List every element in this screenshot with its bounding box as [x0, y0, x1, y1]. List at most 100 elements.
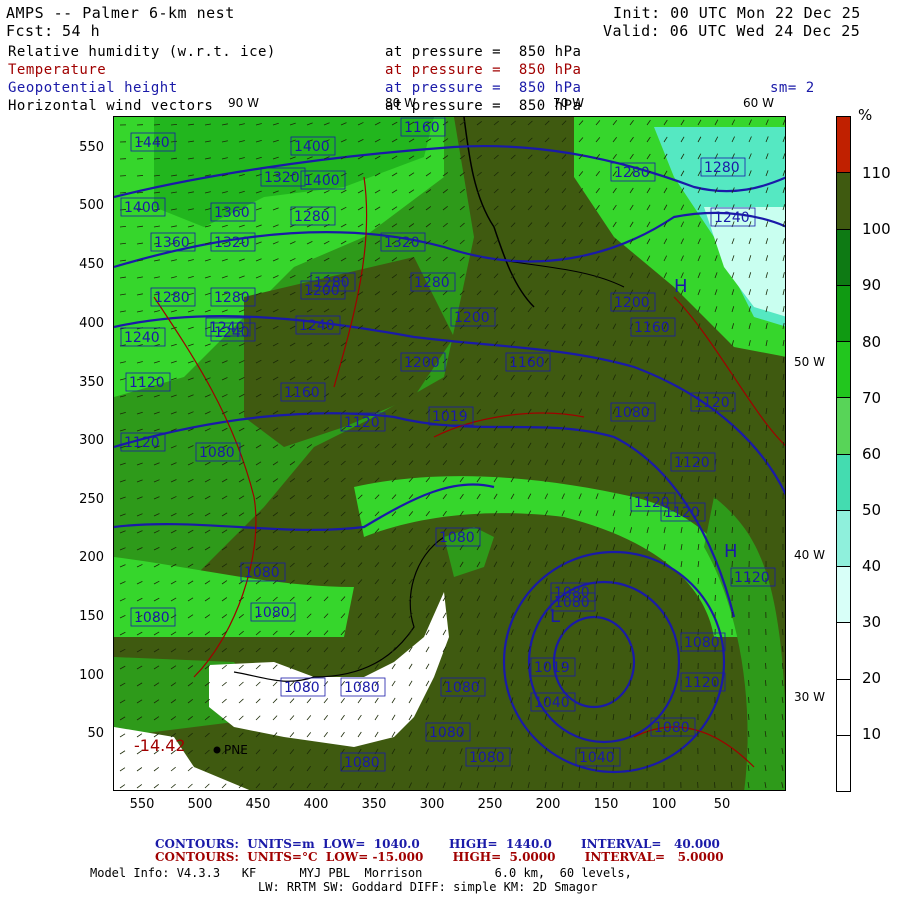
lon-label-40w: 40 W [794, 548, 825, 562]
height-contour-label: 1200 [404, 355, 440, 371]
height-contour-label: 1120 [129, 375, 165, 391]
height-contour-label: 1200 [454, 310, 490, 326]
height-contour-label: 1040 [534, 695, 570, 711]
height-contour-label: 1320 [384, 235, 420, 251]
wind-barb [782, 441, 784, 449]
wind-barb [663, 679, 665, 687]
x-tick-550: 550 [129, 797, 155, 812]
height-contour-label: 1080 [429, 725, 465, 741]
field-rh-level: at pressure = 850 hPa [385, 44, 582, 60]
x-tick-400: 400 [303, 797, 329, 812]
wind-barb [697, 611, 699, 619]
wind-barb [612, 781, 614, 789]
wind-barb [748, 509, 750, 517]
colorbar-swatch [836, 116, 851, 174]
wind-barb [629, 747, 631, 755]
model-info-line2: LW: RRTM SW: Goddard DIFF: simple KM: 2D… [258, 880, 598, 894]
height-contour-label: 1400 [304, 173, 340, 189]
temp-extreme-label: -14.42 [134, 736, 186, 755]
field-rh-name: Relative humidity (w.r.t. ice) [8, 44, 276, 60]
height-contour-label: 1280 [214, 290, 250, 306]
lon-label-60w: 60 W [743, 96, 774, 110]
colorbar-swatch [836, 566, 851, 624]
colorbar-swatch [836, 172, 851, 230]
y-tick-400: 400 [79, 316, 104, 331]
y-tick-500: 500 [79, 198, 104, 213]
colorbar-label-70: 70 [862, 389, 882, 407]
colorbar-swatch [836, 678, 851, 736]
model-info-line1: Model Info: V4.3.3 KF MYJ PBL Morrison 6… [90, 866, 632, 880]
colorbar-swatch [836, 453, 851, 511]
lon-label-50w: 50 W [794, 355, 825, 369]
height-contour-label: 1200 [304, 283, 340, 299]
height-contour-label: 1240 [299, 318, 335, 334]
y-tick-550: 550 [79, 140, 104, 155]
height-contour-label: 1120 [674, 455, 710, 471]
colorbar-swatch [836, 284, 851, 342]
colorbar-label-60: 60 [862, 445, 882, 463]
lon-label-30w: 30 W [794, 690, 825, 704]
x-tick-200: 200 [535, 797, 561, 812]
height-contour-label: 1360 [214, 205, 250, 221]
height-contour-label: 1080 [344, 680, 380, 696]
height-contour-label: 1240 [214, 325, 250, 341]
height-contour-label: 1160 [284, 385, 320, 401]
colorbar-swatch [836, 228, 851, 286]
colorbar-label-40: 40 [862, 557, 882, 575]
colorbar-label-80: 80 [862, 333, 882, 351]
height-contour-label: 1120 [124, 435, 160, 451]
smoothing-label: sm= 2 [770, 80, 815, 96]
contour-info-temp: CONTOURS: UNITS=°C LOW= -15.000 HIGH= 5.… [155, 850, 724, 864]
height-contour-label: 1320 [264, 170, 300, 186]
height-contour-label: 1080 [344, 755, 380, 771]
field-height-name: Geopotential height [8, 80, 178, 96]
wind-barb [714, 577, 716, 585]
colorbar-label-20: 20 [862, 669, 882, 687]
height-contour-label: 1080 [254, 605, 290, 621]
x-tick-250: 250 [477, 797, 503, 812]
height-contour-label: 1440 [134, 135, 170, 151]
height-contour-label: 1080 [199, 445, 235, 461]
valid-time: Valid: 06 UTC Wed 24 Dec 25 [603, 22, 861, 40]
height-contour-label: 1019 [432, 409, 468, 425]
weather-map: PNE -14.42 1440 1400 1160 1320 1400 1400 1360 1… [113, 116, 786, 791]
y-tick-200: 200 [79, 550, 104, 565]
height-contour-label: 1120 [344, 415, 380, 431]
height-contour-label: 1040 [579, 750, 615, 766]
x-tick-300: 300 [419, 797, 445, 812]
forecast-hour: 54 h [62, 22, 101, 40]
height-contour-label: 1019 [534, 660, 570, 676]
height-contour-label: 1120 [694, 395, 730, 411]
height-contour-label: 1360 [154, 235, 190, 251]
y-tick-150: 150 [79, 609, 104, 624]
field-temp-name: Temperature [8, 62, 107, 78]
height-contour-label: 1080 [614, 405, 650, 421]
x-tick-500: 500 [187, 797, 213, 812]
colorbar-label-50: 50 [862, 501, 882, 519]
high-pressure-marker: H [724, 541, 738, 562]
field-wind-name: Horizontal wind vectors [8, 98, 214, 114]
colorbar-swatch [836, 341, 851, 399]
colorbar-swatch [836, 397, 851, 455]
height-contour-label: 1200 [614, 295, 650, 311]
height-contour-label: 1080 [284, 680, 320, 696]
y-tick-50: 50 [87, 726, 104, 741]
wind-barb [646, 713, 648, 721]
y-tick-250: 250 [79, 492, 104, 507]
high-pressure-marker: H [674, 276, 688, 297]
colorbar-swatch [836, 509, 851, 567]
height-contour-label: 1080 [654, 720, 690, 736]
height-contour-label: 1080 [439, 530, 475, 546]
colorbar-swatch [836, 734, 851, 792]
x-tick-150: 150 [593, 797, 619, 812]
lon-label-90w: 90 W [228, 96, 259, 110]
height-contour-label: 1280 [704, 160, 740, 176]
height-contour-label: 1280 [614, 165, 650, 181]
x-tick-450: 450 [245, 797, 271, 812]
y-tick-350: 350 [79, 375, 104, 390]
field-temp-level: at pressure = 850 hPa [385, 62, 582, 78]
height-contour-label: 1160 [509, 355, 545, 371]
height-contour-label: 1080 [684, 635, 720, 651]
height-contour-label: 1400 [124, 200, 160, 216]
station-label: PNE [224, 743, 248, 757]
